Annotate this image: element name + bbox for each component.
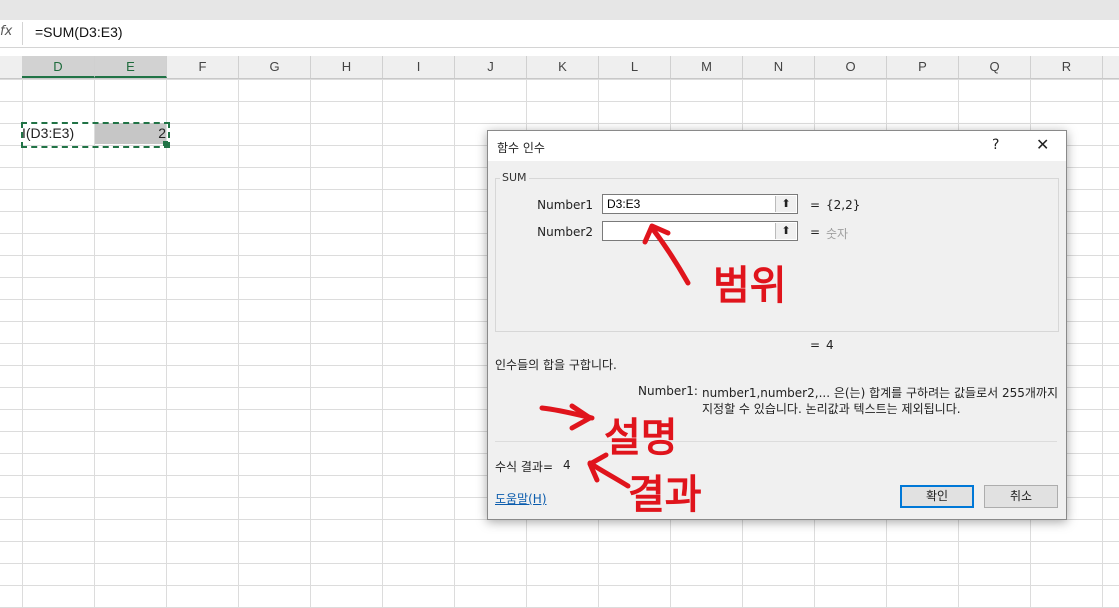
column-header-e[interactable]: E <box>95 56 167 78</box>
column-header-o[interactable]: O <box>815 56 887 78</box>
column-header-i[interactable]: I <box>383 56 455 78</box>
formula-bar-divider <box>22 22 23 45</box>
column-header-j[interactable]: J <box>455 56 527 78</box>
fill-handle[interactable] <box>163 141 168 146</box>
arg-equals: = <box>810 225 821 239</box>
help-icon[interactable]: ? <box>992 137 999 153</box>
arg-help-line-1: number1,number2,... 은(는) 합계를 구하려는 값들로서 2… <box>702 386 1058 400</box>
function-name: SUM <box>500 171 529 184</box>
arg-label-number1: Number1 <box>537 198 593 212</box>
formula-bar: fx =SUM(D3:E3) <box>0 20 1119 48</box>
column-header-k[interactable]: K <box>527 56 599 78</box>
dialog-titlebar[interactable]: 함수 인수 ? ✕ <box>488 131 1066 161</box>
column-header-d[interactable]: D <box>22 56 95 78</box>
column-header-h[interactable]: H <box>311 56 383 78</box>
column-header-m[interactable]: M <box>671 56 743 78</box>
cell-d3[interactable]: I(D3:E3) <box>22 123 94 144</box>
function-description: 인수들의 합을 구합니다. <box>495 358 617 372</box>
annotation-explanation: 설명 <box>604 415 678 461</box>
column-header-q[interactable]: Q <box>959 56 1031 78</box>
spacer <box>0 48 1119 56</box>
dialog-title: 함수 인수 <box>497 141 545 155</box>
column-header-n[interactable]: N <box>743 56 815 78</box>
dialog-separator <box>495 441 1057 442</box>
cell-e3[interactable]: 2 <box>95 123 166 144</box>
annotation-result: 결과 <box>628 472 702 518</box>
collapse-dialog-icon[interactable]: ⬆ <box>775 196 796 212</box>
help-link[interactable]: 도움말(H) <box>495 490 547 507</box>
number2-field[interactable]: ⬆ <box>602 221 798 241</box>
ok-button[interactable]: 확인 <box>900 485 974 508</box>
number2-input[interactable] <box>603 222 781 240</box>
formula-input[interactable]: =SUM(D3:E3) <box>35 24 123 40</box>
formula-result-value: 4 <box>563 458 571 472</box>
collapse-dialog-icon[interactable]: ⬆ <box>775 223 796 239</box>
cancel-button[interactable]: 취소 <box>984 485 1058 508</box>
number1-field[interactable]: ⬆ <box>602 194 798 214</box>
arg-label-number2: Number2 <box>537 225 593 239</box>
fx-icon[interactable]: fx <box>0 24 12 39</box>
arg-result-number1: {2,2} <box>826 198 861 212</box>
ribbon-strip <box>0 0 1119 20</box>
column-header-f[interactable]: F <box>167 56 239 78</box>
overall-equals: = <box>810 338 821 352</box>
number1-input[interactable] <box>603 195 781 213</box>
column-header-l[interactable]: L <box>599 56 671 78</box>
overall-result: 4 <box>826 338 834 352</box>
column-header-g[interactable]: G <box>239 56 311 78</box>
arg-result-number2: 숫자 <box>826 227 849 241</box>
arg-help-name: Number1: <box>638 384 698 398</box>
column-header-row: D E F G H I J K L M N O P Q R <box>0 56 1119 79</box>
column-header-r[interactable]: R <box>1031 56 1103 78</box>
close-icon[interactable]: ✕ <box>1036 135 1049 154</box>
arg-help-line-2: 지정할 수 있습니다. 논리값과 텍스트는 제외됩니다. <box>702 402 961 416</box>
column-header-p[interactable]: P <box>887 56 959 78</box>
formula-result-label: 수식 결과= <box>495 460 554 474</box>
function-arguments-dialog: 함수 인수 ? ✕ SUM Number1 ⬆ = {2,2} Number2 … <box>487 130 1067 520</box>
arg-equals: = <box>810 198 821 212</box>
annotation-range: 범위 <box>713 263 787 309</box>
